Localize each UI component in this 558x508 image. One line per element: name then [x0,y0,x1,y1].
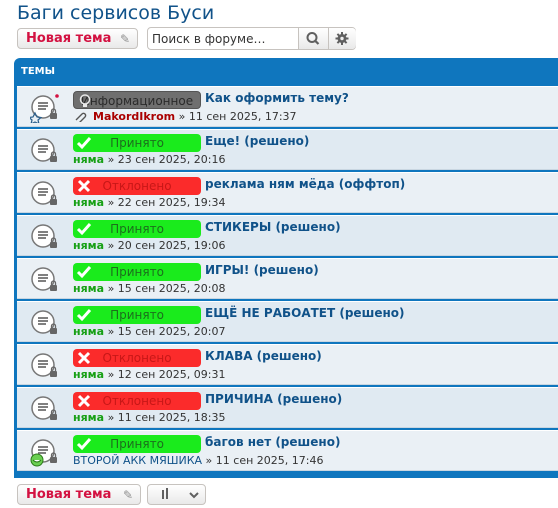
new-topic-label: Новая тема [26,487,112,502]
check-icon [76,438,92,451]
topic-title-link[interactable]: Как оформить тему? [205,91,349,105]
topic-read-icon [30,94,59,123]
topic-row: Отклонено ПРИЧИНА (решено) няма » 11 сен 2… [17,387,558,428]
advanced-search-button[interactable] [328,28,356,49]
status-badge-label: Принято [110,222,164,236]
topic-meta: MakordIkrom » 11 сен 2025, 17:37 [73,110,297,124]
topic-title-link[interactable]: Еще! (решено) [205,134,309,148]
topic-date: » 12 сен 2025, 09:31 [107,368,226,381]
topic-meta: няма » 23 сен 2025, 20:16 [73,153,226,166]
topic-meta: няма » 11 сен 2025, 18:35 [73,411,226,424]
pencil-icon: ✎ [122,488,133,502]
close-icon [77,394,91,408]
topic-author-link[interactable]: няма [73,282,104,295]
topic-row: Информационное Как оформить тему? MakordIk… [17,86,558,127]
topic-date: » 11 сен 2025, 18:35 [107,411,226,424]
check-icon [76,223,92,236]
topic-row: Отклонено реклама ням мёда (оффтоп) няма »… [17,172,558,213]
lightbulb-icon [79,94,91,107]
status-badge-label: Принято [110,136,164,150]
topic-row: Принято багов нет (решено) ВТОРОЙ АКК МЯШИ… [17,430,558,471]
topic-author-link[interactable]: няма [73,239,104,252]
status-badge-label: Информационное [80,94,194,108]
topic-read-icon [30,439,57,467]
topic-title-link[interactable]: ИГРЫ! (решено) [205,263,319,277]
topic-date: » 20 сен 2025, 19:06 [107,239,226,252]
topic-date: » 15 сен 2025, 20:08 [107,282,226,295]
sort-icon [162,488,199,499]
topic-read-icon [31,310,57,334]
topic-meta: няма » 12 сен 2025, 09:31 [73,368,226,381]
topic-meta: ВТОРОЙ АКК МЯШИКА » 11 сен 2025, 17:46 [73,454,323,467]
status-badge-label: Принято [110,308,164,322]
topic-row: Принято ИГРЫ! (решено) няма » 15 сен 2025,… [17,258,558,299]
topic-read-icon [31,396,57,420]
topic-author-link[interactable]: няма [73,411,104,424]
status-badge: Принято [73,263,201,281]
search-icon [306,32,320,45]
topic-meta: няма » 22 сен 2025, 19:34 [73,196,226,209]
check-icon [76,266,92,279]
attachment-icon [75,112,87,124]
check-icon [76,309,92,322]
topic-title-link[interactable]: ЕЩЁ НЕ РАБОАТЕТ (решено) [205,306,404,320]
status-badge: Принято [73,134,201,152]
topic-author-link[interactable]: ВТОРОЙ АКК МЯШИКА [73,454,202,467]
topic-author-link[interactable]: няма [73,325,104,338]
new-topic-button-bottom[interactable]: Новая тема ✎ [17,484,141,505]
topic-read-icon [31,267,57,291]
topic-date: » 15 сен 2025, 20:07 [107,325,226,338]
close-icon [77,351,91,365]
topic-title-link[interactable]: багов нет (решено) [205,435,340,449]
topic-row: Принято СТИКЕРЫ (решено) няма » 20 сен 202… [17,215,558,256]
topic-title-link[interactable]: СТИКЕРЫ (решено) [205,220,341,234]
topic-meta: няма » 20 сен 2025, 19:06 [73,239,226,252]
new-topic-label: Новая тема [26,31,112,46]
status-badge-label: Отклонено [102,351,172,365]
status-badge-label: Принято [110,265,164,279]
status-badge-label: Принято [110,437,164,451]
topic-author-link[interactable]: няма [73,368,104,381]
status-badge: Отклонено [73,349,201,367]
status-badge: Принято [73,220,201,238]
status-badge-label: Отклонено [102,179,172,193]
new-topic-button[interactable]: Новая тема ✎ [17,28,138,49]
status-badge-label: Отклонено [102,394,172,408]
topic-row: Принято Еще! (решено) няма » 23 сен 2025, … [17,129,558,170]
topic-title-link[interactable]: ПРИЧИНА (решено) [205,392,342,406]
topic-row: Принято ЕЩЁ НЕ РАБОАТЕТ (решено) няма » 15… [17,301,558,342]
topic-meta: няма » 15 сен 2025, 20:07 [73,325,226,338]
topic-meta: няма » 15 сен 2025, 20:08 [73,282,226,295]
pencil-icon: ✎ [119,32,130,46]
search-box [147,27,356,50]
topic-date: » 11 сен 2025, 17:46 [205,454,324,467]
status-badge: Отклонено [73,392,201,410]
search-input[interactable] [149,29,300,48]
topic-author-link[interactable]: няма [73,153,104,166]
topic-read-icon [31,224,57,248]
topic-date: » 11 сен 2025, 17:37 [178,110,297,123]
topic-author-link[interactable]: MakordIkrom [93,110,175,123]
topic-date: » 22 сен 2025, 19:34 [107,196,226,209]
topic-read-icon [31,353,57,377]
topic-read-icon [31,181,57,205]
topic-read-icon [31,138,57,162]
status-badge: Принято [73,435,201,453]
check-icon [76,137,92,150]
topic-title-link[interactable]: КЛАВА (решено) [205,349,322,363]
topic-author-link[interactable]: няма [73,196,104,209]
topic-date: » 23 сен 2025, 20:16 [107,153,226,166]
close-icon [77,179,91,193]
sort-tools-button[interactable] [147,484,206,505]
status-badge: Принято [73,306,201,324]
topics-header: ТЕМЫ [21,66,55,77]
topic-title-link[interactable]: реклама ням мёда (оффтоп) [205,177,405,191]
status-badge: Отклонено [73,177,201,195]
status-badge: Информационное [73,91,201,109]
topic-row: Отклонено КЛАВА (решено) няма » 12 сен 202… [17,344,558,385]
search-button[interactable] [298,28,328,49]
page-title[interactable]: Баги сервисов Буси [17,2,214,24]
gear-icon [335,32,349,45]
